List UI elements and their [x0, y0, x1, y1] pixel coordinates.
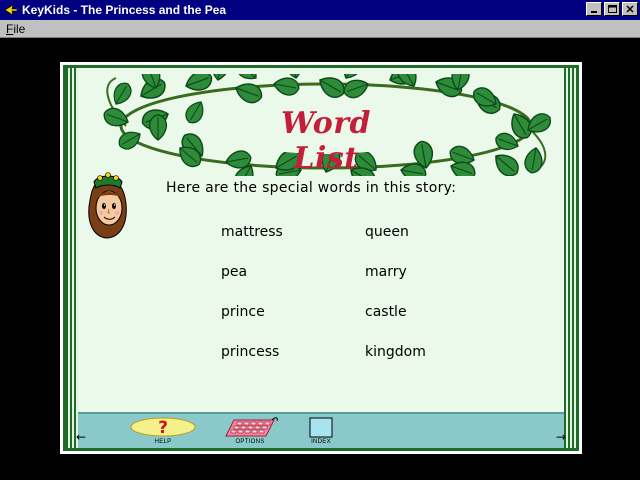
- minimize-button[interactable]: [586, 2, 602, 16]
- index-label: INDEX: [311, 439, 331, 445]
- word-kingdom: kingdom: [365, 344, 426, 360]
- word-prince: prince: [221, 304, 265, 320]
- help-question-icon: ?: [130, 417, 196, 438]
- page-edge-left: [66, 68, 78, 448]
- window-controls: [584, 2, 638, 16]
- word-queen: queen: [365, 224, 409, 240]
- word-castle: castle: [365, 304, 407, 320]
- help-glyph: ?: [158, 418, 168, 438]
- intro-text: Here are the special words in this story…: [166, 180, 457, 196]
- page-title: Word List: [280, 106, 372, 176]
- word-mattress: mattress: [221, 224, 283, 240]
- title-bar: KeyKids - The Princess and the Pea: [0, 0, 640, 20]
- help-label: HELP: [154, 439, 172, 445]
- word-princess: princess: [221, 344, 280, 360]
- princess-avatar-icon: [88, 172, 127, 239]
- options-button[interactable]: OPTIONS: [222, 416, 278, 445]
- menu-file[interactable]: File: [6, 22, 25, 36]
- maximize-button[interactable]: [604, 2, 620, 16]
- next-page-arrow-icon[interactable]: →: [554, 430, 568, 444]
- menu-file-label: ile: [13, 21, 26, 36]
- page-edge-right: [564, 68, 576, 448]
- close-button[interactable]: [622, 2, 638, 16]
- window-title: KeyKids - The Princess and the Pea: [22, 3, 227, 17]
- options-label: OPTIONS: [235, 439, 265, 445]
- index-button[interactable]: INDEX: [308, 416, 334, 445]
- book-page: Word List Here are the special words in …: [63, 65, 579, 451]
- options-keyboard-icon: [225, 417, 278, 437]
- index-box-icon: [309, 417, 333, 438]
- menu-bar: File: [0, 20, 640, 38]
- keykids-arrow-icon[interactable]: [3, 2, 19, 18]
- bottom-toolbar: ? HELP OPTIONS INDEX ← →: [76, 412, 566, 448]
- word-marry: marry: [365, 264, 407, 280]
- word-pea: pea: [221, 264, 248, 280]
- prev-page-arrow-icon[interactable]: ←: [74, 430, 88, 444]
- help-button[interactable]: ? HELP: [130, 416, 196, 445]
